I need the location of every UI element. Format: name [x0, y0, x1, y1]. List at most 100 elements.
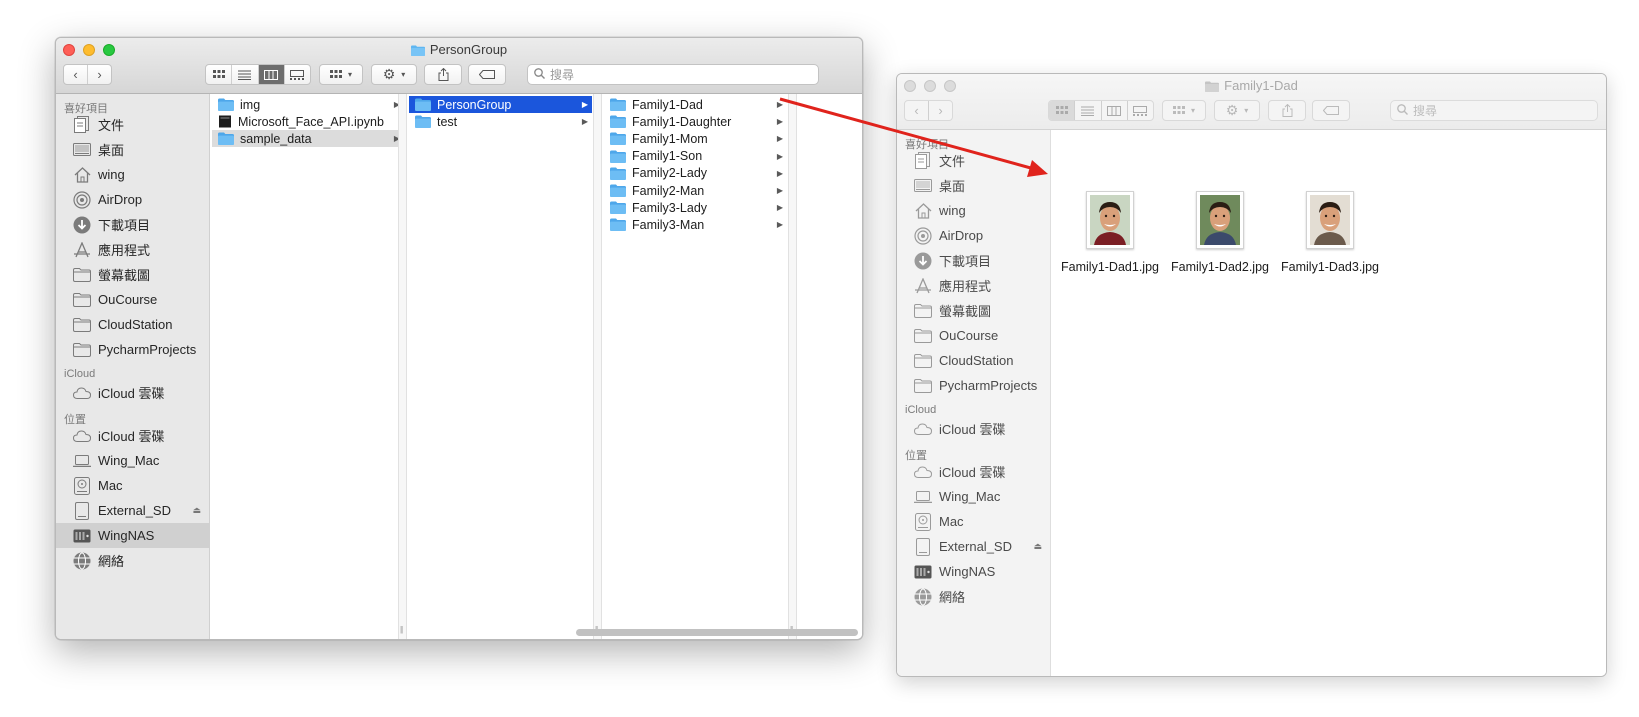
sidebar-item[interactable]: 應用程式	[56, 237, 209, 262]
sidebar-item[interactable]: CloudStation	[56, 312, 209, 337]
cloud-icon	[914, 463, 932, 481]
sidebar-item[interactable]: 文件	[897, 148, 1050, 173]
folder-row[interactable]: Family3-Man ▶	[604, 216, 787, 233]
sidebar-item[interactable]: Wing_Mac	[56, 448, 209, 473]
sidebar-item[interactable]: OuCourse	[56, 287, 209, 312]
folder-row[interactable]: Family1-Mom ▶	[604, 130, 787, 147]
external-drive-icon	[73, 501, 91, 520]
folder-row[interactable]: sample_data ▶	[212, 130, 404, 148]
sidebar-item[interactable]: External_SD ⏏	[897, 534, 1050, 559]
folder-row[interactable]: Family2-Man ▶	[604, 182, 787, 199]
folder-icon	[914, 327, 932, 345]
sidebar-item[interactable]: CloudStation	[897, 348, 1050, 373]
sidebar-item[interactable]: iCloud 雲碟	[897, 416, 1050, 441]
column-resizer[interactable]: ||	[788, 94, 797, 639]
group-by-button[interactable]: ▾	[1162, 100, 1206, 121]
icon-view-button[interactable]	[1049, 101, 1076, 120]
sidebar-item[interactable]: Mac	[897, 509, 1050, 534]
tag-icon	[1323, 106, 1339, 115]
chevron-down-icon: ▾	[1190, 106, 1195, 115]
sidebar-item[interactable]: AirDrop	[56, 187, 209, 212]
sidebar-item[interactable]: iCloud 雲碟	[897, 459, 1050, 484]
gallery-view-button[interactable]	[285, 65, 310, 84]
sidebar-item[interactable]: iCloud 雲碟	[56, 380, 209, 405]
sidebar-item[interactable]: 螢幕截圖	[897, 298, 1050, 323]
sidebar-item[interactable]: WingNAS	[897, 559, 1050, 584]
forward-button[interactable]: ›	[929, 101, 952, 120]
sidebar-item[interactable]: 下載項目	[56, 212, 209, 237]
action-button[interactable]: ⚙ ▾	[371, 64, 417, 85]
sidebar-item[interactable]: 螢幕截圖	[56, 262, 209, 287]
column-resizer[interactable]: ||	[398, 94, 407, 639]
row-label: Family2-Lady	[632, 166, 708, 181]
laptop-icon	[914, 488, 932, 506]
tags-button[interactable]	[1312, 100, 1350, 121]
column-view-button[interactable]	[1102, 101, 1128, 120]
sidebar-item[interactable]: External_SD ⏏	[56, 498, 209, 523]
sidebar-item[interactable]: 文件	[56, 112, 209, 137]
share-button[interactable]	[1268, 100, 1306, 121]
eject-icon[interactable]: ⏏	[1033, 541, 1042, 552]
sidebar-item-label: OuCourse	[939, 328, 999, 343]
sidebar-item[interactable]: 下載項目	[897, 248, 1050, 273]
file-item[interactable]: Family1-Dad3.jpg	[1275, 191, 1385, 274]
toolbar: PersonGroup ‹ › ▾ ⚙ ▾ 搜尋	[56, 38, 862, 94]
list-view-button[interactable]	[232, 65, 259, 84]
row-label: Family1-Dad	[632, 97, 703, 112]
sidebar-item[interactable]: iCloud 雲碟	[56, 423, 209, 448]
sidebar-item[interactable]: 網絡	[56, 548, 209, 573]
list-view-button[interactable]	[1075, 101, 1102, 120]
sidebar-item[interactable]: AirDrop	[897, 223, 1050, 248]
sidebar-item[interactable]: PycharmProjects	[56, 337, 209, 362]
sidebar-item[interactable]: wing	[897, 198, 1050, 223]
sidebar-item-label: 螢幕截圖	[939, 304, 992, 319]
gallery-view-button[interactable]	[1128, 101, 1153, 120]
folder-row[interactable]: Family1-Dad ▶	[604, 96, 787, 113]
chevron-right-icon: ›	[97, 67, 102, 82]
sidebar-item[interactable]: 網絡	[897, 584, 1050, 609]
folder-icon	[914, 377, 932, 395]
search-field[interactable]: 搜尋	[1390, 100, 1598, 121]
file-item[interactable]: Family1-Dad2.jpg	[1165, 191, 1275, 274]
icon-view-area: Family1-Dad1.jpg Family1-Dad2.jpg Family…	[1051, 130, 1606, 676]
sidebar-item[interactable]: PycharmProjects	[897, 373, 1050, 398]
eject-icon[interactable]: ⏏	[192, 505, 201, 516]
sidebar-item[interactable]: OuCourse	[897, 323, 1050, 348]
folder-row[interactable]: Family1-Son ▶	[604, 148, 787, 165]
folder-row[interactable]: test ▶	[409, 113, 592, 130]
folder-row[interactable]: PersonGroup ▶	[409, 96, 592, 113]
sidebar-item[interactable]: 應用程式	[897, 273, 1050, 298]
sidebar-item[interactable]: WingNAS	[56, 523, 209, 548]
sidebar-item[interactable]: Mac	[56, 473, 209, 498]
sidebar-item[interactable]: Wing_Mac	[897, 484, 1050, 509]
column-view-button[interactable]	[258, 65, 285, 84]
folder-icon	[610, 98, 632, 111]
share-button[interactable]	[424, 64, 462, 85]
folder-row[interactable]: Family3-Lady ▶	[604, 199, 787, 216]
group-by-button[interactable]: ▾	[319, 64, 363, 85]
sidebar-item-label: wing	[939, 203, 966, 218]
sidebar-item[interactable]: 桌面	[56, 137, 209, 162]
icon-view-button[interactable]	[206, 65, 233, 84]
back-button[interactable]: ‹	[64, 65, 88, 84]
applications-icon	[73, 241, 91, 259]
tags-button[interactable]	[468, 64, 506, 85]
sidebar-item-label: Wing_Mac	[98, 453, 160, 468]
folder-row[interactable]: Family1-Daughter ▶	[604, 113, 787, 130]
folder-row[interactable]: Family2-Lady ▶	[604, 165, 787, 182]
row-label: sample_data	[240, 131, 312, 146]
folder-row[interactable]: img ▶	[212, 96, 404, 113]
action-button[interactable]: ⚙ ▾	[1214, 100, 1260, 121]
file-item[interactable]: Family1-Dad1.jpg	[1055, 191, 1165, 274]
sidebar-item[interactable]: wing	[56, 162, 209, 187]
finder-window-family1-dad: Family1-Dad ‹ › ▾ ⚙ ▾ 搜尋 喜好項目 文件 桌面 wing AirD…	[896, 73, 1607, 677]
file-row[interactable]: Microsoft_Face_API.ipynb	[212, 113, 404, 130]
column-resizer[interactable]: ||	[593, 94, 602, 639]
sidebar-item-label: AirDrop	[939, 228, 984, 243]
forward-button[interactable]: ›	[88, 65, 111, 84]
horizontal-scrollbar[interactable]	[576, 629, 858, 636]
sidebar-item[interactable]: 桌面	[897, 173, 1050, 198]
back-button[interactable]: ‹	[905, 101, 929, 120]
search-field[interactable]: 搜尋	[527, 64, 819, 85]
download-icon	[73, 216, 91, 234]
